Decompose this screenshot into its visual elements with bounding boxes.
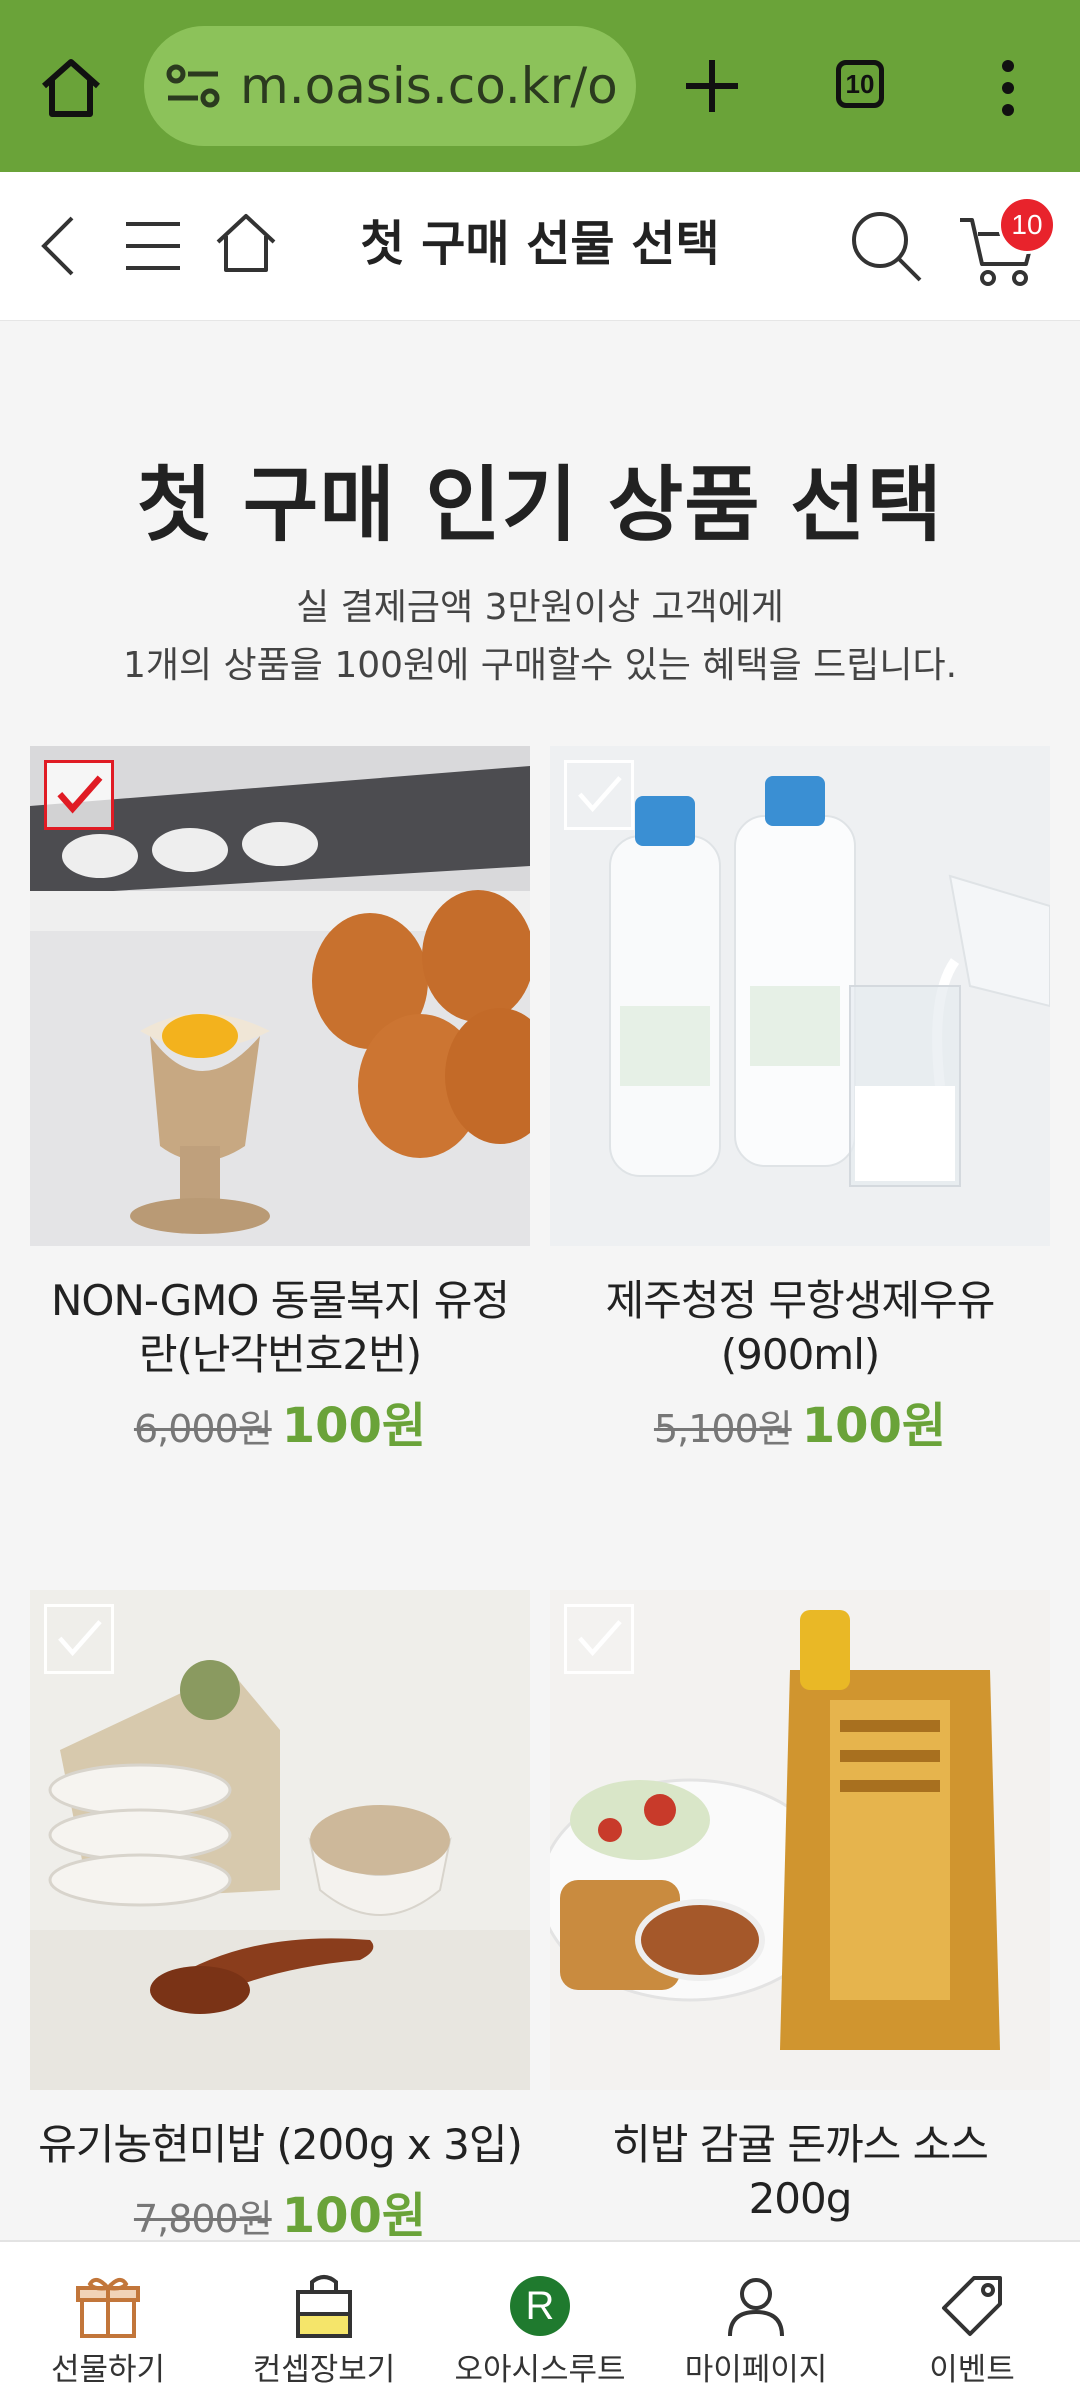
promo-subtitle-line1: 실 결제금액 3만원이상 고객에게 <box>296 587 784 628</box>
original-price: 7,800원 <box>133 2197 273 2241</box>
nav-label: 마이페이지 <box>684 2352 828 2388</box>
nav-event[interactable]: 이벤트 <box>864 2242 1080 2406</box>
cart-count-badge: 10 <box>998 196 1056 254</box>
url-text[interactable]: m.oasis.co.kr/o <box>240 56 618 116</box>
nav-label: 컨셉장보기 <box>252 2352 396 2388</box>
promo-headline: 첫 구매 인기 상품 선택 <box>136 458 944 553</box>
nav-gift[interactable]: 선물하기 <box>0 2242 216 2406</box>
product-price: 5,100원 100원 <box>550 1386 1050 1456</box>
product-price: 7,800원 100원 <box>30 2176 530 2246</box>
tag-icon <box>942 2276 1002 2336</box>
browser-toolbar: m.oasis.co.kr/o 10 <box>0 0 1080 172</box>
browser-more-icon[interactable] <box>996 58 1020 118</box>
nav-label: 이벤트 <box>929 2352 1015 2388</box>
new-tab-icon[interactable] <box>680 54 744 118</box>
product-name: NON-GMO 동물복지 유정 란(난각번호2번) <box>51 1276 510 1379</box>
page-title: 첫 구매 선물 선택 <box>360 216 720 272</box>
home-icon[interactable] <box>214 210 278 274</box>
product-checkbox[interactable] <box>564 1604 634 1674</box>
nav-oasis-route[interactable]: R 오아시스루트 <box>432 2242 648 2406</box>
product-checkbox[interactable] <box>564 760 634 830</box>
sale-price: 100원 <box>281 2188 427 2244</box>
nav-label: 오아시스루트 <box>454 2352 626 2388</box>
menu-icon[interactable] <box>124 220 182 272</box>
search-icon[interactable] <box>848 208 924 284</box>
product-checkbox[interactable] <box>44 1604 114 1674</box>
oasis-route-icon: R <box>510 2276 570 2336</box>
product-name: 히밥 감귤 돈까스 소스 200g <box>612 2120 989 2223</box>
app-header: 첫 구매 선물 선택 10 <box>0 172 1080 321</box>
product-checkbox[interactable] <box>44 760 114 830</box>
browser-home-icon[interactable] <box>36 52 106 122</box>
url-bar[interactable]: m.oasis.co.kr/o <box>144 26 636 146</box>
original-price: 6,000원 <box>133 1407 273 1451</box>
site-settings-icon[interactable] <box>164 60 224 112</box>
product-name: 제주청정 무항생제우유 (900ml) <box>605 1276 996 1379</box>
product-price: 6,000원 100원 <box>30 1386 530 1456</box>
nav-label: 선물하기 <box>50 2352 166 2388</box>
promo-subtitle-line2: 1개의 상품을 100원에 구매할수 있는 혜택을 드립니다. <box>122 645 958 686</box>
original-price: 5,100원 <box>653 1407 793 1451</box>
gift-icon <box>76 2277 140 2338</box>
sale-price: 100원 <box>281 1398 427 1454</box>
back-icon[interactable] <box>34 214 84 278</box>
nav-my-page[interactable]: 마이페이지 <box>648 2242 864 2406</box>
shopping-bag-icon <box>296 2275 352 2338</box>
bottom-navigation: 선물하기 컨셉장보기 R 오아시스루트 마이페이지 이벤트 <box>0 2240 1080 2406</box>
nav-concept-shopping[interactable]: 컨셉장보기 <box>216 2242 432 2406</box>
sale-price: 100원 <box>801 1398 947 1454</box>
tab-switcher-button[interactable]: 10 <box>836 60 884 108</box>
user-icon <box>728 2278 784 2337</box>
product-name: 유기농현미밥 (200g x 3입) <box>38 2120 523 2169</box>
